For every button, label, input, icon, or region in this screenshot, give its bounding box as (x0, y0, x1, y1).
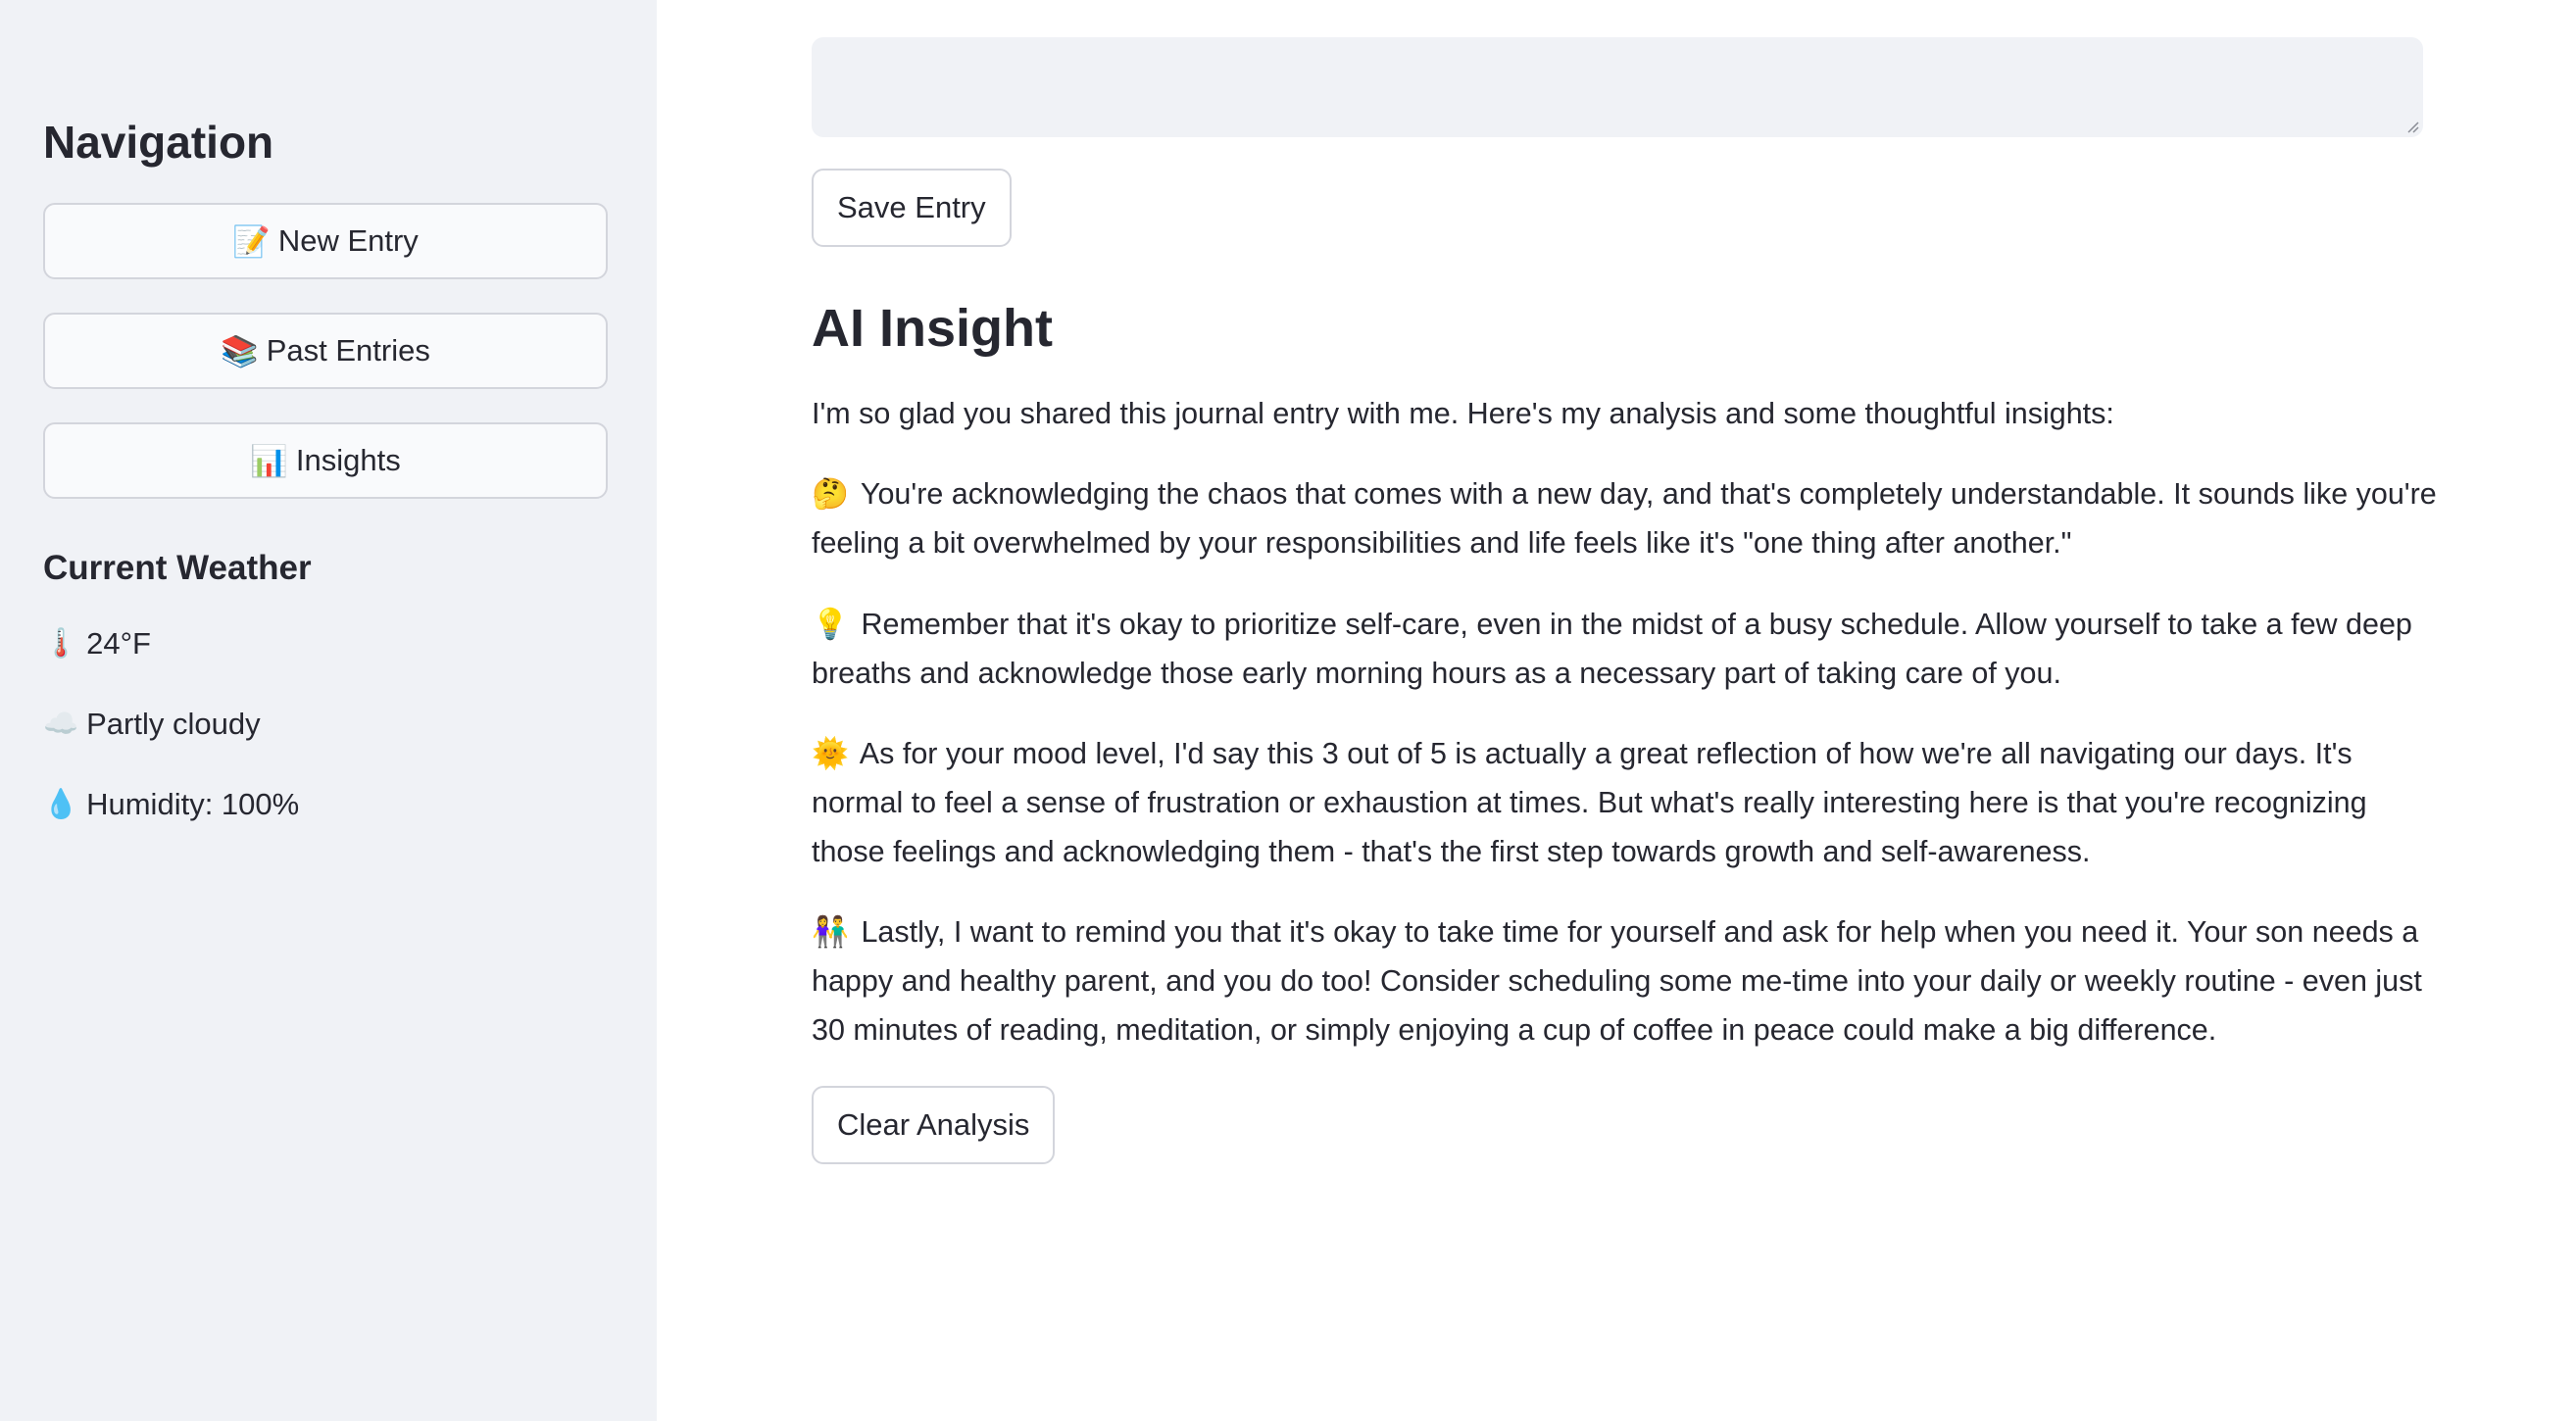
thinking-face-icon: 🤔 (812, 477, 849, 511)
save-entry-button[interactable]: Save Entry (812, 169, 1012, 247)
bar-chart-icon: 📊 (250, 443, 288, 478)
insight-text: Remember that it's okay to prioritize se… (812, 608, 2412, 690)
insight-paragraph: 💡 Remember that it's okay to prioritize … (812, 600, 2439, 698)
insight-text: You're acknowledging the chaos that come… (812, 477, 2437, 560)
new-entry-button[interactable]: 📝 New Entry (43, 203, 608, 279)
resize-handle-icon[interactable] (2403, 118, 2419, 133)
app: Navigation 📝 New Entry 📚 Past Entries 📊 … (0, 0, 2576, 1421)
past-entries-label: Past Entries (266, 333, 430, 368)
weather-humidity: 💧 Humidity: 100% (43, 783, 299, 826)
insights-button[interactable]: 📊 Insights (43, 422, 608, 499)
weather-title: Current Weather (43, 549, 312, 587)
sidebar-title: Navigation (43, 117, 274, 168)
main-content: Save Entry AI Insight I'm so glad you sh… (657, 0, 2576, 1421)
clear-analysis-button[interactable]: Clear Analysis (812, 1086, 1056, 1164)
new-entry-label: New Entry (277, 223, 419, 258)
light-bulb-icon: 💡 (812, 608, 849, 641)
weather-condition: ☁️ Partly cloudy (43, 703, 261, 746)
sidebar: Navigation 📝 New Entry 📚 Past Entries 📊 … (0, 0, 657, 1421)
insight-paragraph: 🤔 You're acknowledging the chaos that co… (812, 469, 2439, 567)
insight-intro-text: I'm so glad you shared this journal entr… (812, 397, 2114, 430)
books-icon: 📚 (221, 333, 259, 368)
cloud-icon: ☁️ (43, 709, 79, 740)
past-entries-button[interactable]: 📚 Past Entries (43, 313, 608, 389)
temperature-text: 24°F (86, 626, 151, 661)
thermometer-icon: 🌡️ (43, 628, 79, 660)
insight-paragraph: 👫 Lastly, I want to remind you that it's… (812, 907, 2439, 1054)
sun-icon: 🌞 (812, 737, 849, 770)
weather-temperature: 🌡️ 24°F (43, 622, 151, 665)
insights-label: Insights (295, 443, 401, 477)
insight-text: As for your mood level, I'd say this 3 o… (812, 737, 2367, 868)
insight-text: Lastly, I want to remind you that it's o… (812, 915, 2422, 1047)
insight-paragraph: 🌞 As for your mood level, I'd say this 3… (812, 729, 2439, 876)
journal-entry-textarea[interactable] (812, 37, 2423, 137)
condition-text: Partly cloudy (86, 707, 261, 741)
journal-entry-textarea-container (812, 37, 2423, 137)
ai-insight-title: AI Insight (812, 299, 1053, 358)
insight-paragraph: I'm so glad you shared this journal entr… (812, 389, 2439, 438)
droplet-icon: 💧 (43, 789, 79, 820)
memo-icon: 📝 (232, 223, 271, 259)
couple-icon: 👫 (812, 915, 849, 949)
humidity-text: Humidity: 100% (86, 787, 300, 821)
